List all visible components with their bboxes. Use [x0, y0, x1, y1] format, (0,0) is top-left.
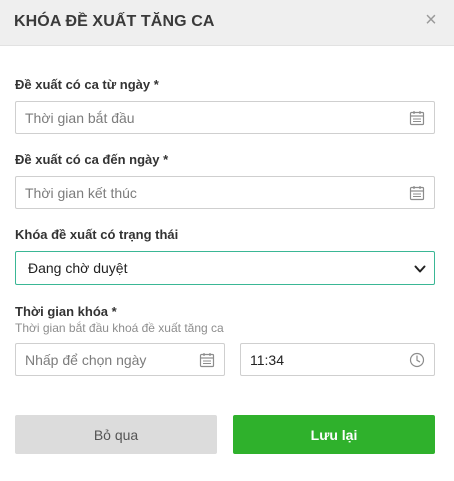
lock-time-input[interactable]: [241, 344, 434, 375]
lock-date-input[interactable]: [16, 344, 224, 375]
status-label: Khóa đề xuất có trạng thái: [15, 227, 179, 242]
calendar-icon[interactable]: [409, 110, 425, 126]
lock-time-field[interactable]: [240, 343, 435, 376]
lock-date-field[interactable]: [15, 343, 225, 376]
calendar-icon[interactable]: [409, 185, 425, 201]
from-date-label: Đề xuất có ca từ ngày *: [15, 77, 159, 92]
cancel-button[interactable]: Bỏ qua: [15, 415, 217, 454]
close-icon[interactable]: ×: [420, 9, 442, 31]
lock-time-hint: Thời gian bắt đầu khoá đề xuất tăng ca: [15, 321, 224, 335]
save-button[interactable]: Lưu lại: [233, 415, 435, 454]
clock-icon[interactable]: [409, 352, 425, 368]
from-date-field[interactable]: [15, 101, 435, 134]
dialog-header: KHÓA ĐỀ XUẤT TĂNG CA ×: [0, 0, 454, 46]
calendar-icon[interactable]: [199, 352, 215, 368]
from-date-input[interactable]: [16, 102, 434, 133]
status-select[interactable]: Đang chờ duyệt: [16, 252, 434, 284]
to-date-field[interactable]: [15, 176, 435, 209]
status-select-field[interactable]: Đang chờ duyệt: [15, 251, 435, 285]
dialog-title: KHÓA ĐỀ XUẤT TĂNG CA: [14, 13, 215, 30]
lock-time-label: Thời gian khóa *: [15, 304, 117, 319]
to-date-label: Đề xuất có ca đến ngày *: [15, 152, 169, 167]
to-date-input[interactable]: [16, 177, 434, 208]
